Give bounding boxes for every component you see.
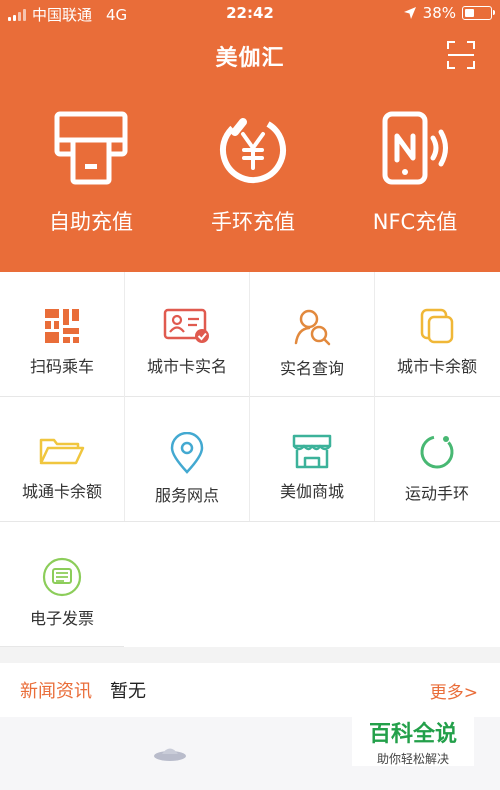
yuan-circle-icon [220,117,286,183]
grid-item-label: 美伽商城 [279,482,344,501]
battery-percent: 38% [422,4,456,22]
status-bar: 中国联通 4G 22:42 38% [0,0,500,28]
empty-placeholder-icon [154,748,186,761]
grid-item-city-card-realname[interactable]: 城市卡实名 [125,272,249,396]
grid-item-label: 服务网点 [154,486,219,505]
grid-item-realname-query[interactable]: 实名查询 [250,272,374,396]
watermark-subtitle: 助你轻松解决 [376,752,449,766]
news-label: 新闻资讯 [20,681,92,702]
grid-item-label: 城市卡实名 [146,357,227,376]
grid-item-label: 城市卡余额 [396,357,477,376]
person-search-icon [294,309,331,346]
scan-icon[interactable] [447,41,475,69]
self-recharge-button[interactable]: 自助充值 [8,110,174,250]
location-pin-icon [170,432,204,474]
grid-item-label: 运动手环 [404,484,469,503]
top-actions: 自助充值 手环充值 NFC充值 [0,110,500,250]
wristband-recharge-label: 手环充值 [211,210,295,234]
grid-item-city-card-balance[interactable]: 城市卡余额 [375,272,499,396]
grid-item-label: 实名查询 [279,359,344,378]
grid-item-chengtong-card-balance[interactable]: 城通卡余额 [0,397,124,521]
ring-icon [420,435,454,469]
watermark: 百科全说 助你轻松解决 [352,714,474,766]
status-right: 38% [403,4,495,22]
grid-item-label: 城通卡余额 [21,482,102,501]
grid-item-meijia-mall[interactable]: 美伽商城 [250,397,374,521]
watermark-title: 百科全说 [368,722,457,747]
grid-item-label: 电子发票 [29,609,94,628]
qr-code-icon [45,309,79,343]
store-icon [292,434,332,469]
page-title: 美伽汇 [215,46,285,71]
self-recharge-icon [54,111,128,185]
news-message: 暂无 [110,681,146,702]
location-arrow-icon [403,7,416,19]
grid-item-e-invoice[interactable]: 电子发票 [0,522,124,646]
grid-item-label: 扫码乘车 [29,357,94,376]
card-stack-icon [420,308,454,344]
wristband-recharge-button[interactable]: 手环充值 [170,110,336,250]
id-card-icon [163,308,209,343]
news-bar: 新闻资讯 暂无 更多> [0,663,500,717]
self-recharge-label: 自助充值 [49,210,133,234]
grid-item-service-outlets[interactable]: 服务网点 [125,397,249,521]
service-grid: 扫码乘车 城市卡实名 实名查询 城市卡余额 城通卡余额 服务网点 美伽商城 运动… [0,272,500,647]
battery-icon [462,6,495,20]
nfc-recharge-label: NFC充值 [372,210,458,234]
header: 中国联通 4G 22:42 38% 美伽汇 自助充值 手环充值 NFC充值 [0,0,500,272]
nfc-phone-icon [382,111,448,185]
folder-icon [39,438,85,465]
invoice-icon [42,557,82,597]
grid-item-scan-ride[interactable]: 扫码乘车 [0,272,124,396]
news-more-link[interactable]: 更多> [430,678,478,703]
section-gap [0,647,500,663]
grid-item-sports-band[interactable]: 运动手环 [375,397,499,521]
nfc-recharge-button[interactable]: NFC充值 [332,110,498,250]
